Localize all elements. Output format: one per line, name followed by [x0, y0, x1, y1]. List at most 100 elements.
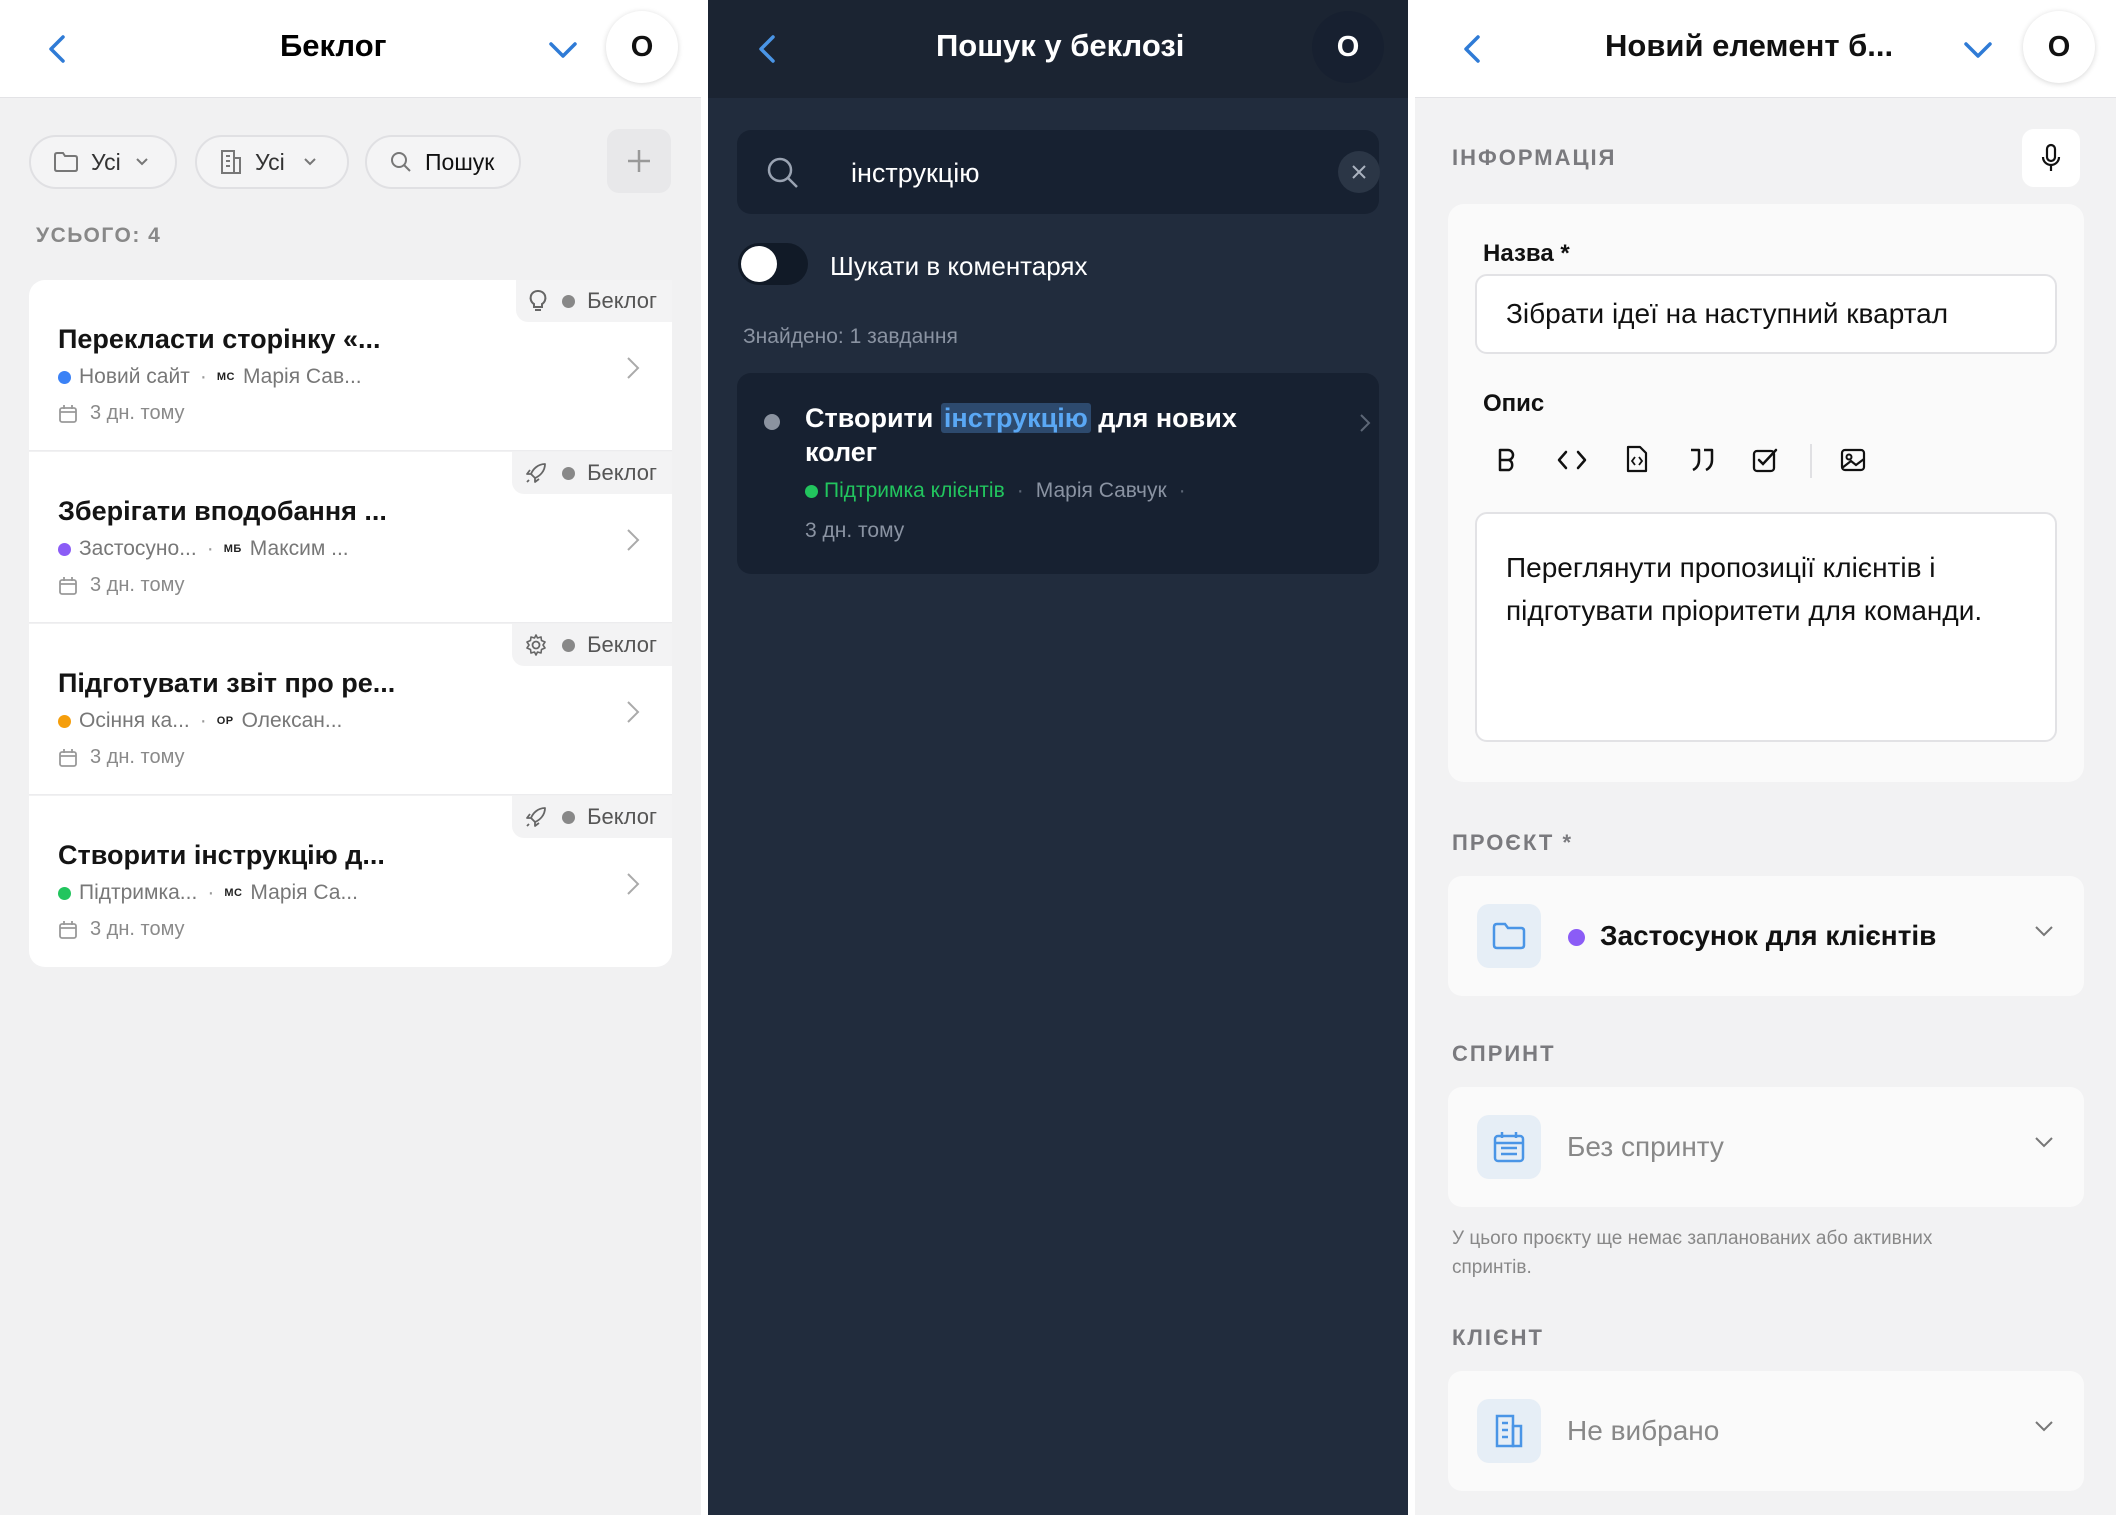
project-dot	[58, 886, 71, 900]
project-name: Підтримка...	[79, 881, 198, 904]
separator: ·	[206, 537, 214, 560]
client-select[interactable]: Не вибрано	[1448, 1371, 2084, 1491]
chevron-down-icon	[2035, 926, 2053, 937]
found-count: Знайдено: 1 завдання	[743, 325, 958, 348]
close-icon	[1352, 165, 1366, 179]
date-label: 3 дн. тому	[90, 746, 185, 768]
sprint-hint-line: У цього проєкту ще немає запланованих аб…	[1452, 1228, 1933, 1249]
info-form-card: Назва * Зібрати ідеї на наступний кварта…	[1448, 204, 2084, 782]
calendar-icon	[59, 576, 77, 595]
calendar-icon	[59, 404, 77, 423]
sprint-hint-line: спринтів.	[1452, 1257, 1532, 1278]
card-title: Перекласти сторінку «...	[58, 324, 381, 354]
project-filter-chip[interactable]: Усі	[29, 135, 177, 189]
backlog-card[interactable]: Беклог Створити інструкцію д... Підтримк…	[29, 796, 672, 967]
client-icon-box	[1477, 1399, 1541, 1463]
calendar-icon	[59, 920, 77, 939]
sprint-value: Без спринту	[1567, 1131, 1724, 1162]
folder-icon	[1492, 922, 1526, 950]
status-tag: Беклог	[516, 280, 672, 322]
voice-input-button[interactable]	[2022, 129, 2080, 187]
date-label: 3 дн. тому	[90, 918, 185, 940]
add-button[interactable]	[607, 129, 671, 193]
project-name: Новий сайт	[79, 365, 190, 388]
card-meta: Новий сайт · МС Марія Сав...	[58, 365, 362, 389]
search-header: Пошук у беклозі О	[708, 0, 1408, 98]
assignee-name: Максим ...	[249, 537, 349, 560]
plus-icon	[628, 150, 650, 172]
backlog-card[interactable]: Беклог Перекласти сторінку «... Новий са…	[29, 280, 672, 451]
project-dot	[805, 484, 818, 498]
search-result-card[interactable]: Створити інструкцію для нових колег Підт…	[737, 373, 1379, 574]
search-chip-label: Пошук	[425, 148, 495, 175]
sprint-select[interactable]: Без спринту	[1448, 1087, 2084, 1207]
project-name: Застосуно...	[79, 537, 197, 560]
comments-toggle[interactable]	[738, 243, 808, 285]
rocket-icon	[526, 807, 547, 827]
status-tag: Беклог	[512, 452, 672, 494]
backlog-header: Беклог О	[0, 0, 701, 98]
separator: ·	[1178, 479, 1186, 502]
search-chip[interactable]: Пошук	[365, 135, 521, 189]
date-label: 3 дн. тому	[90, 574, 185, 596]
toolbar-divider	[1810, 444, 1812, 478]
bold-icon[interactable]	[1496, 447, 1518, 473]
client-filter-label: Усі	[255, 148, 285, 175]
result-title-line2: колег	[805, 437, 878, 467]
image-icon[interactable]	[1839, 447, 1867, 473]
avatar[interactable]: О	[1312, 11, 1384, 83]
status-tag: Беклог	[512, 796, 672, 838]
back-icon[interactable]	[46, 34, 70, 64]
chevron-down-icon[interactable]	[548, 40, 578, 60]
search-query: інструкцію	[851, 158, 980, 188]
gear-icon	[526, 634, 546, 656]
backlog-panel: Беклог О Усі Усі Пошук УСЬОГО: 4 Беклог …	[0, 0, 701, 1515]
client-section-label: КЛІЄНТ	[1452, 1325, 1544, 1350]
description-field[interactable]: Переглянути пропозиції клієнтів і підгот…	[1475, 512, 2057, 742]
project-dot	[58, 370, 71, 384]
project-select[interactable]: Застосунок для клієнтів	[1448, 876, 2084, 996]
chevron-right-icon	[1360, 414, 1371, 432]
name-value: Зібрати ідеї на наступний квартал	[1506, 298, 1949, 329]
backlog-card[interactable]: Беклог Підготувати звіт про ре... Осіння…	[29, 624, 672, 795]
page-title: Новий елемент б...	[1605, 28, 1894, 63]
separator: ·	[207, 881, 215, 904]
avatar[interactable]: О	[2023, 11, 2095, 83]
card-meta: Підтримка... · МС Марія Са...	[58, 881, 358, 905]
name-field[interactable]: Зібрати ідеї на наступний квартал	[1475, 274, 2057, 354]
folder-icon	[54, 152, 78, 172]
status-dot	[562, 294, 576, 308]
clear-button[interactable]	[1338, 151, 1380, 193]
code-block-icon[interactable]	[1625, 444, 1649, 474]
client-filter-chip[interactable]: Усі	[195, 135, 349, 189]
assignee-initials: МС	[216, 371, 235, 383]
assignee-initials: МБ	[223, 543, 242, 555]
rocket-icon	[526, 463, 547, 483]
quote-icon[interactable]	[1688, 447, 1716, 473]
toggle-knob	[741, 246, 777, 282]
back-icon[interactable]	[1461, 34, 1485, 64]
chevron-right-icon	[627, 701, 640, 723]
back-icon[interactable]	[756, 34, 780, 64]
description-line: підготувати пріоритети для команди.	[1506, 595, 1983, 626]
info-section-label: ІНФОРМАЦІЯ	[1452, 145, 1617, 170]
chevron-right-icon	[627, 873, 640, 895]
description-label: Опис	[1483, 390, 1545, 417]
assignee-name: Марія Савчук	[1035, 479, 1167, 502]
checklist-icon[interactable]	[1751, 446, 1779, 474]
building-icon	[221, 150, 241, 174]
search-input[interactable]: інструкцію	[737, 130, 1380, 214]
project-filter-label: Усі	[91, 148, 121, 175]
avatar[interactable]: О	[606, 11, 678, 83]
card-date: 3 дн. тому	[58, 574, 185, 597]
card-date: 3 дн. тому	[58, 918, 185, 941]
description-line: Переглянути пропозиції клієнтів і	[1506, 552, 1936, 583]
code-icon[interactable]	[1557, 449, 1587, 471]
result-date: 3 дн. тому	[805, 519, 905, 542]
project-dot	[1568, 929, 1585, 946]
backlog-card[interactable]: Беклог Зберігати вподобання ... Застосун…	[29, 452, 672, 623]
separator: ·	[1016, 479, 1024, 502]
chevron-down-icon[interactable]	[1963, 40, 1993, 60]
chevron-right-icon	[627, 529, 640, 551]
status-tag: Беклог	[512, 624, 672, 666]
